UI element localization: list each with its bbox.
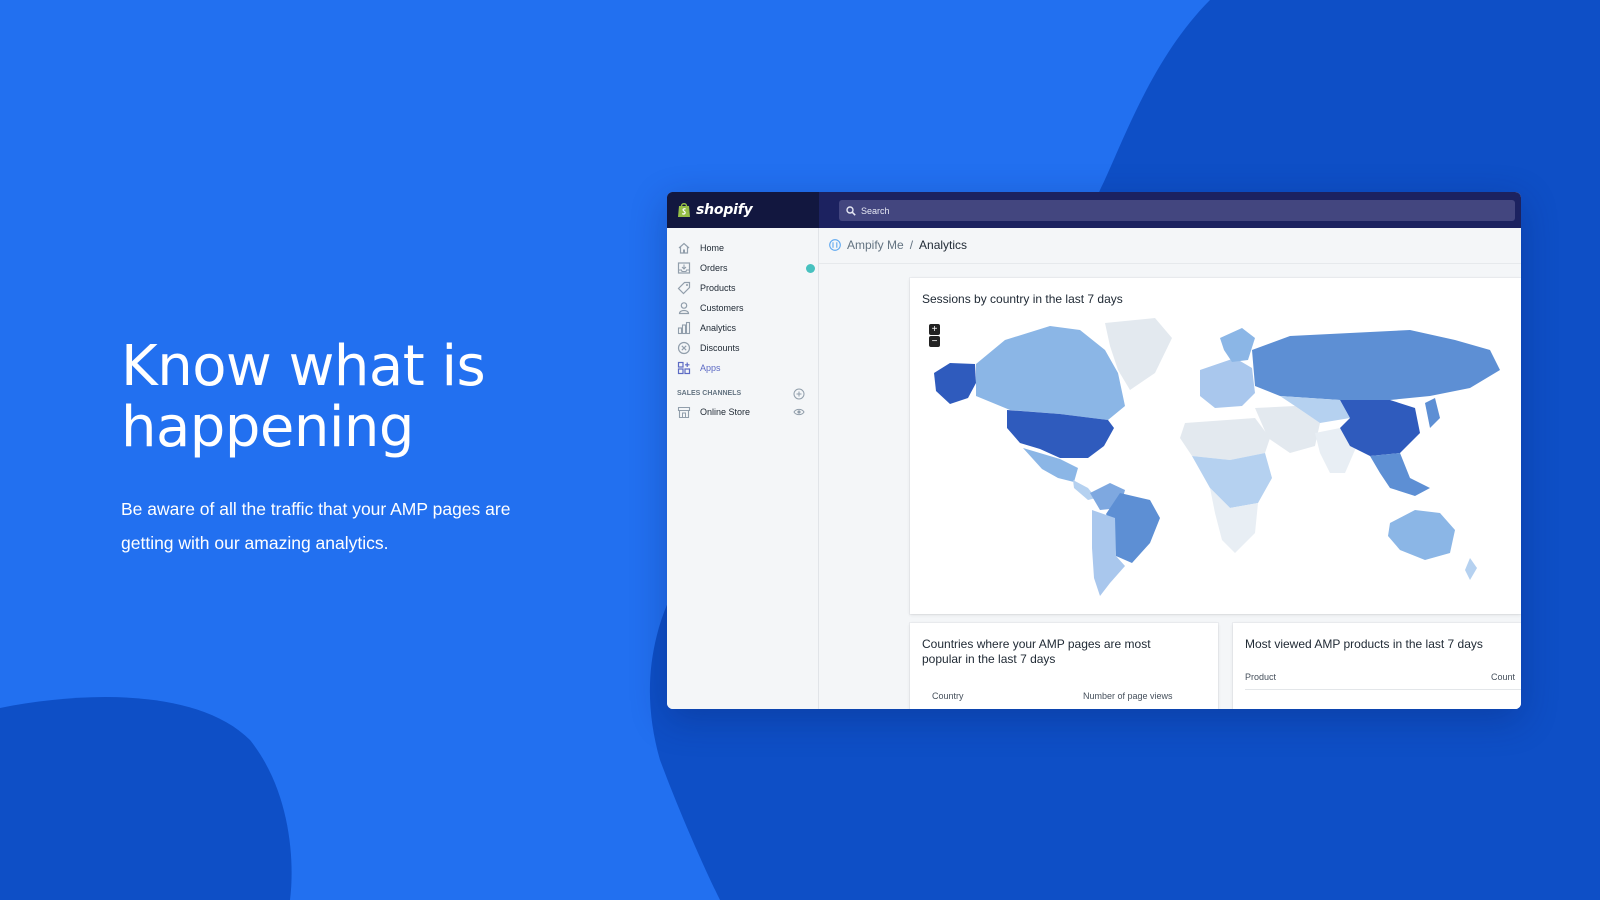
hero-title-line1: Know what is	[121, 334, 486, 399]
app-logo-icon	[829, 239, 841, 251]
countries-title-line2: popular in the last 7 days	[922, 652, 1056, 666]
map-region-se-asia	[1370, 453, 1430, 496]
map-region-north-africa	[1180, 418, 1270, 460]
sidebar-item-label: Orders	[700, 263, 728, 273]
search-placeholder: Search	[861, 205, 890, 216]
sidebar-item-customers[interactable]: Customers	[677, 299, 817, 317]
sidebar-item-apps[interactable]: Apps	[677, 359, 817, 377]
sidebar-item-label: Customers	[700, 303, 744, 313]
sidebar-item-label: Online Store	[700, 407, 751, 417]
sidebar: Home Orders Products Customers Analytics…	[667, 228, 819, 709]
search-icon	[846, 205, 856, 216]
world-map[interactable]	[910, 278, 1521, 614]
top-bar: shopify Search	[667, 192, 1521, 228]
table-divider	[1245, 689, 1521, 690]
hero-subtitle: Be aware of all the traffic that your AM…	[121, 492, 581, 560]
hero-subtitle-line1: Be aware of all the traffic that your AM…	[121, 499, 511, 519]
products-card-title: Most viewed AMP products in the last 7 d…	[1245, 637, 1483, 651]
map-region-japan	[1425, 398, 1440, 428]
sidebar-item-orders[interactable]: Orders	[677, 259, 817, 277]
logo-text: shopify	[696, 202, 753, 218]
column-header-country[interactable]: Country	[932, 691, 964, 701]
countries-card: Countries where your AMP pages are most …	[910, 623, 1218, 709]
hero-subtitle-line2: getting with our amazing analytics.	[121, 533, 389, 553]
sales-channels-heading: SALES CHANNELS	[677, 390, 742, 397]
map-region-alaska	[934, 363, 976, 404]
zoom-in-button[interactable]: +	[929, 324, 940, 335]
breadcrumb-app-link[interactable]: Ampify Me	[847, 238, 904, 252]
orders-icon	[677, 261, 691, 275]
map-card-title: Sessions by country in the last 7 days	[922, 292, 1123, 306]
breadcrumb-separator: /	[909, 238, 914, 252]
map-region-europe	[1200, 358, 1255, 408]
sidebar-item-products[interactable]: Products	[677, 279, 817, 297]
products-card: Most viewed AMP products in the last 7 d…	[1233, 623, 1521, 709]
map-region-canada	[976, 326, 1125, 420]
map-region-australia	[1388, 510, 1455, 560]
discount-icon	[677, 341, 691, 355]
home-icon	[677, 241, 691, 255]
sidebar-item-label: Discounts	[700, 343, 740, 353]
column-header-product[interactable]: Product	[1245, 672, 1276, 682]
breadcrumb-current: Analytics	[919, 238, 968, 252]
breadcrumb: Ampify Me / Analytics	[829, 238, 967, 252]
sidebar-item-label: Analytics	[700, 323, 737, 333]
sidebar-item-label: Home	[700, 243, 725, 253]
map-region-new-zealand	[1465, 558, 1477, 580]
app-window: shopify Search Home Orders Products Cust…	[667, 192, 1521, 709]
main-content: Ampify Me / Analytics Sessions by countr…	[819, 228, 1521, 709]
zoom-out-button[interactable]: −	[929, 336, 940, 347]
hero-title-line2: happening	[121, 395, 414, 460]
sidebar-item-analytics[interactable]: Analytics	[677, 319, 817, 337]
map-region-scandinavia	[1220, 328, 1255, 362]
countries-card-title: Countries where your AMP pages are most …	[922, 637, 1151, 667]
tag-icon	[677, 281, 691, 295]
hero-title: Know what is happening	[121, 336, 581, 458]
shopping-bag-icon	[678, 203, 690, 217]
eye-icon[interactable]	[793, 406, 805, 418]
map-region-central-africa	[1192, 453, 1272, 508]
shopify-logo[interactable]: shopify	[667, 192, 819, 228]
sidebar-item-discounts[interactable]: Discounts	[677, 339, 817, 357]
sidebar-item-label: Products	[700, 283, 736, 293]
add-channel-icon[interactable]	[793, 388, 805, 400]
map-region-russia	[1252, 330, 1500, 400]
store-icon	[677, 405, 691, 419]
divider	[819, 263, 1521, 264]
countries-title-line1: Countries where your AMP pages are most	[922, 637, 1151, 651]
person-icon	[677, 301, 691, 315]
orders-badge	[806, 264, 815, 273]
apps-icon	[677, 361, 691, 375]
sidebar-item-label: Apps	[700, 363, 721, 373]
column-header-count[interactable]: Count	[1491, 672, 1515, 682]
hero-section: Know what is happening Be aware of all t…	[121, 336, 581, 560]
sidebar-item-home[interactable]: Home	[677, 239, 817, 257]
sessions-map-card: Sessions by country in the last 7 days +…	[910, 278, 1521, 614]
bar-chart-icon	[677, 321, 691, 335]
search-input[interactable]: Search	[839, 200, 1515, 221]
column-header-page-views[interactable]: Number of page views	[1083, 691, 1173, 701]
